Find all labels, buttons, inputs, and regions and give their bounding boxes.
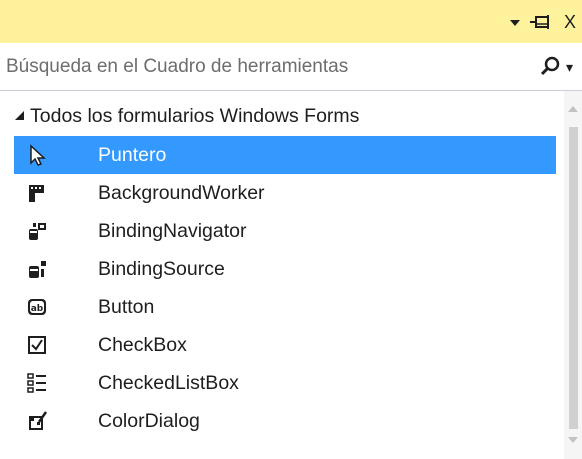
list-item-label: BindingSource — [98, 258, 225, 280]
list-item-label: BackgroundWorker — [98, 182, 265, 204]
search-input[interactable]: Búsqueda en el Cuadro de herramientas — [6, 56, 348, 78]
list-item-label: CheckBox — [98, 334, 187, 356]
checkbox-icon — [28, 336, 46, 354]
toolbox-search-box[interactable]: Búsqueda en el Cuadro de herramientas ▾ — [0, 43, 582, 91]
list-item-checkbox[interactable]: CheckBox — [14, 326, 556, 364]
list-item-checkedlistbox[interactable]: CheckedListBox — [14, 364, 556, 402]
checked-list-box-icon — [27, 373, 46, 393]
dropdown-arrow-icon[interactable] — [506, 10, 524, 34]
expanded-triangle-icon[interactable] — [14, 110, 26, 122]
close-button[interactable]: X — [558, 10, 582, 34]
list-item-label: ColorDialog — [98, 410, 200, 432]
list-item-colordialog[interactable]: ColorDialog — [14, 402, 556, 440]
pointer-icon — [30, 144, 46, 166]
button-icon: ab — [28, 299, 46, 315]
binding-source-icon — [29, 261, 46, 278]
list-item-bindingnavigator[interactable]: BindingNavigator — [14, 212, 556, 250]
search-options-dropdown[interactable]: ▾ — [566, 55, 573, 79]
list-item-pointer[interactable]: Puntero — [14, 136, 556, 174]
toolbox-title-bar: X — [0, 0, 582, 43]
scrollbar-thumb[interactable] — [569, 127, 578, 429]
toolbox-list: Todos los formularios Windows Forms Punt… — [0, 91, 560, 459]
list-item-backgroundworker[interactable]: BackgroundWorker — [14, 174, 556, 212]
list-item-label: Puntero — [98, 144, 167, 166]
scroll-down-arrow-icon[interactable] — [567, 435, 579, 445]
list-item-button[interactable]: ab Button — [14, 288, 556, 326]
vertical-scrollbar[interactable] — [564, 91, 582, 459]
background-worker-icon — [29, 185, 44, 202]
scroll-up-arrow-icon[interactable] — [567, 104, 579, 114]
list-item-label: Button — [98, 296, 155, 318]
list-item-bindingsource[interactable]: BindingSource — [14, 250, 556, 288]
binding-navigator-icon — [29, 223, 46, 240]
svg-text:ab: ab — [31, 304, 44, 314]
pin-icon[interactable] — [528, 10, 554, 34]
group-header-windows-forms[interactable]: Todos los formularios Windows Forms — [0, 98, 560, 136]
color-dialog-icon — [29, 411, 48, 430]
list-item-label: CheckedListBox — [98, 372, 239, 394]
search-icon[interactable] — [538, 55, 562, 79]
list-item-label: BindingNavigator — [98, 220, 247, 242]
group-header-label: Todos los formularios Windows Forms — [30, 105, 360, 127]
